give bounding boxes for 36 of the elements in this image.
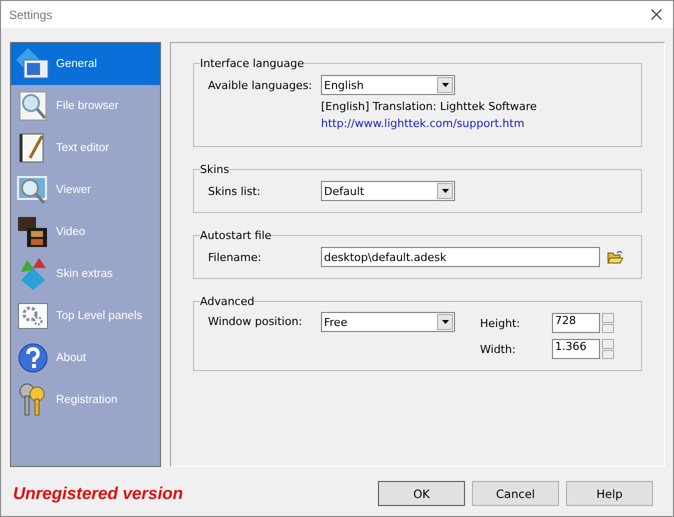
colored-pyramids-icon xyxy=(19,258,47,290)
gears-icon xyxy=(18,303,48,329)
close-icon[interactable] xyxy=(651,9,662,20)
group-title: Skins xyxy=(200,163,230,176)
dialog-button[interactable]: Help xyxy=(566,481,653,506)
film-strip-icon xyxy=(17,216,49,248)
group-title: Interface language xyxy=(200,57,304,70)
dropdown[interactable]: Default xyxy=(321,181,455,201)
dialog-button[interactable]: Cancel xyxy=(472,481,559,506)
magnifier-document-icon xyxy=(18,90,48,122)
number-field[interactable]: 1.366 xyxy=(552,339,600,359)
field-label: Skins list: xyxy=(208,184,262,198)
dropdown[interactable]: English xyxy=(321,75,455,95)
diamond-window-icon xyxy=(16,48,50,80)
support-link[interactable]: http://www.lighttek.com/support.htm xyxy=(321,117,524,130)
dropdown[interactable]: Free xyxy=(321,312,455,332)
question-mark-icon xyxy=(18,343,48,373)
field-label: Window position: xyxy=(208,314,304,330)
caret-icon xyxy=(437,77,453,93)
field-label: Avaible languages: xyxy=(208,78,314,92)
caret-icon xyxy=(437,314,453,330)
window-title: Settings xyxy=(9,8,52,22)
sidebar-item[interactable]: General xyxy=(11,43,160,85)
magnifier-picture-icon xyxy=(17,174,49,206)
number-field[interactable]: 728 xyxy=(552,313,600,333)
folder-icon[interactable] xyxy=(607,250,623,264)
dialog-button[interactable]: OK xyxy=(378,481,465,506)
field-label: Width: xyxy=(480,342,517,356)
filename-field[interactable]: desktop\default.adesk xyxy=(321,247,600,267)
translation-note: [English] Translation: Lighttek Software xyxy=(321,100,537,113)
caret-icon xyxy=(437,183,453,199)
field-label: Height: xyxy=(480,316,522,330)
group-title: Autostart file xyxy=(200,229,272,242)
field-label: Filename: xyxy=(208,250,262,264)
group-title: Advanced xyxy=(200,295,254,308)
status-text: Unregistered version xyxy=(13,484,184,504)
